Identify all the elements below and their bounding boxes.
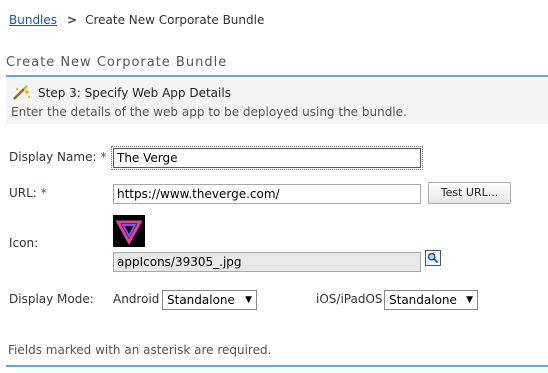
android-select-value: Standalone xyxy=(167,293,235,307)
ios-display-mode-select[interactable]: Standalone ▼ xyxy=(384,290,478,310)
step-title: Step 3: Specify Web App Details xyxy=(38,86,231,100)
required-mark: * xyxy=(40,186,47,200)
android-display-mode-select[interactable]: Standalone ▼ xyxy=(162,290,257,310)
breadcrumb-separator: > xyxy=(67,13,78,27)
required-fields-note: Fields marked with an asterisk are requi… xyxy=(8,343,272,357)
wizard-wand-icon xyxy=(13,85,30,100)
android-label: Android xyxy=(113,292,160,306)
magnifier-icon[interactable] xyxy=(425,250,441,266)
ios-select-value: Standalone xyxy=(389,293,457,307)
breadcrumb-current: Create New Corporate Bundle xyxy=(85,13,265,27)
url-label-text: URL: xyxy=(9,186,37,200)
breadcrumb-link-bundles[interactable]: Bundles xyxy=(9,13,57,27)
icon-path-field: appIcons/39305_.jpg xyxy=(113,252,421,272)
test-url-button[interactable]: Test URL... xyxy=(428,182,511,204)
display-name-label: Display Name: * xyxy=(9,150,106,164)
required-mark: * xyxy=(100,150,107,164)
url-label: URL: * xyxy=(9,186,47,200)
step-description: Enter the details of the web app to be d… xyxy=(11,105,407,119)
icon-label: Icon: xyxy=(9,236,39,250)
display-mode-label: Display Mode: xyxy=(9,292,94,306)
breadcrumb: Bundles > Create New Corporate Bundle xyxy=(9,13,264,27)
chevron-down-icon: ▼ xyxy=(466,295,473,305)
display-name-label-text: Display Name: xyxy=(9,150,97,164)
ios-label: iOS/iPadOS xyxy=(316,292,383,306)
url-input[interactable]: https://www.theverge.com/ xyxy=(113,184,421,204)
chevron-down-icon: ▼ xyxy=(245,295,252,305)
page-title: Create New Corporate Bundle xyxy=(6,55,228,70)
app-icon-thumbnail xyxy=(113,215,145,247)
display-name-input[interactable]: The Verge xyxy=(111,146,423,170)
section-divider-bottom xyxy=(6,365,548,367)
